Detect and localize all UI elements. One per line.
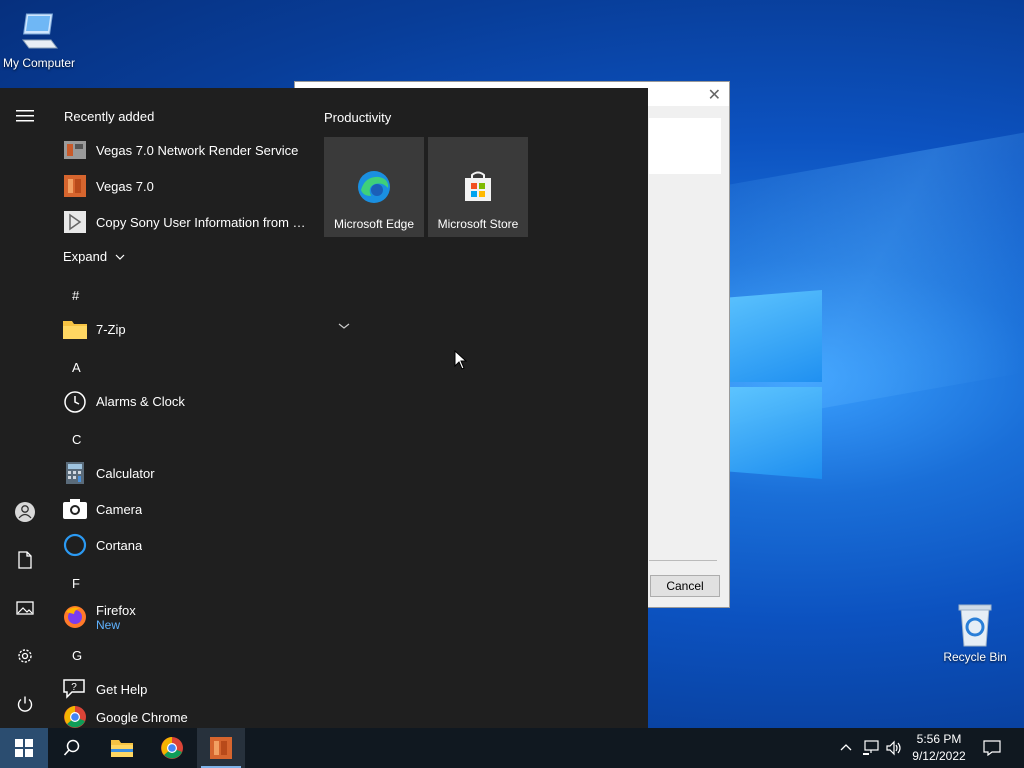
computer-icon — [22, 13, 58, 49]
tile-microsoft-store[interactable]: Microsoft Store — [428, 137, 528, 237]
letter-header-g[interactable]: G — [72, 648, 82, 663]
tile-label: Microsoft Edge — [333, 217, 415, 231]
letter-header-c[interactable]: C — [72, 432, 81, 447]
chrome-icon — [161, 737, 183, 759]
letter-header-f[interactable]: F — [72, 576, 80, 591]
dialog-content-area — [649, 118, 721, 174]
tile-label: Microsoft Store — [437, 217, 519, 231]
app-alarms-clock[interactable]: Alarms & Clock — [62, 384, 312, 418]
mouse-cursor-icon — [454, 350, 468, 370]
app-list: Recently added Vegas 7.0 Network Render … — [50, 88, 350, 728]
user-account-icon[interactable] — [13, 500, 37, 524]
app-7zip[interactable]: 7-Zip — [62, 312, 312, 346]
help-icon: ? — [62, 676, 88, 702]
desktop-icon-label: My Computer — [2, 56, 76, 70]
letter-header-a[interactable]: A — [72, 360, 81, 375]
search-button[interactable] — [48, 728, 96, 768]
taskbar-clock[interactable]: 5:56 PM 9/12/2022 — [900, 731, 978, 765]
camera-icon — [62, 496, 88, 522]
tile-group-title[interactable]: Productivity — [324, 110, 391, 125]
tile-microsoft-edge[interactable]: Microsoft Edge — [324, 137, 424, 237]
settings-gear-icon[interactable] — [13, 644, 37, 668]
dialog-separator — [649, 560, 717, 561]
shortcut-icon — [62, 209, 88, 235]
wallpaper-windows-logo — [730, 290, 822, 480]
search-icon — [63, 739, 80, 756]
app-calculator[interactable]: Calculator — [62, 456, 312, 490]
app-vegas-network-render[interactable]: Vegas 7.0 Network Render Service — [62, 133, 312, 167]
app-vegas[interactable]: Vegas 7.0 — [62, 169, 312, 203]
chrome-icon — [62, 704, 88, 728]
clock-time: 5:56 PM — [916, 732, 962, 746]
expand-button[interactable]: Expand — [63, 249, 125, 264]
taskbar: 5:56 PM 9/12/2022 — [0, 728, 1024, 768]
app-cortana[interactable]: Cortana — [62, 528, 312, 562]
taskbar-google-chrome[interactable] — [148, 728, 196, 768]
letter-header-hash[interactable]: # — [72, 288, 79, 303]
firefox-icon — [62, 604, 88, 630]
power-icon[interactable] — [13, 692, 37, 716]
vegas-icon — [210, 737, 232, 759]
action-center-notification-icon[interactable] — [980, 728, 1004, 768]
folder-icon — [62, 316, 88, 342]
pictures-icon[interactable] — [13, 596, 37, 620]
folder-icon — [111, 740, 133, 757]
cortana-icon — [62, 532, 88, 558]
windows-logo-icon — [15, 739, 33, 757]
app-camera[interactable]: Camera — [62, 492, 312, 526]
start-rail — [0, 88, 50, 728]
cancel-button[interactable]: Cancel — [650, 575, 720, 597]
new-badge: New — [96, 617, 121, 632]
show-hidden-icons-chevron-up-icon[interactable] — [836, 728, 856, 768]
calculator-icon — [62, 460, 88, 486]
taskbar-file-explorer[interactable] — [98, 728, 146, 768]
render-service-icon — [62, 137, 88, 163]
start-button[interactable] — [0, 728, 48, 768]
network-icon[interactable] — [860, 728, 882, 768]
documents-icon[interactable] — [13, 548, 37, 572]
hamburger-menu-icon[interactable] — [13, 104, 37, 128]
app-firefox[interactable]: Firefox New — [62, 599, 312, 635]
desktop-icon-my-computer[interactable]: My Computer — [0, 10, 84, 70]
app-google-chrome[interactable]: Google Chrome — [62, 700, 312, 728]
clock-date: 9/12/2022 — [912, 749, 966, 763]
chevron-down-icon — [115, 254, 125, 260]
recently-added-header: Recently added — [64, 109, 155, 124]
recycle-bin-icon — [958, 604, 992, 647]
taskbar-vegas[interactable] — [197, 728, 245, 768]
chevron-down-icon[interactable] — [338, 322, 350, 330]
close-icon[interactable]: ✕ — [708, 85, 721, 105]
app-copy-sony-user-info[interactable]: Copy Sony User Information from So... — [62, 205, 312, 239]
desktop-icon-label: Recycle Bin — [943, 650, 1007, 664]
store-icon — [465, 171, 491, 201]
svg-text:?: ? — [71, 682, 77, 693]
app-label: Firefox — [96, 602, 136, 618]
vegas-icon — [62, 173, 88, 199]
edge-icon — [358, 171, 390, 203]
start-menu: Recently added Vegas 7.0 Network Render … — [0, 88, 648, 728]
clock-icon — [62, 388, 88, 414]
desktop-icon-recycle-bin[interactable]: Recycle Bin — [930, 602, 1020, 664]
